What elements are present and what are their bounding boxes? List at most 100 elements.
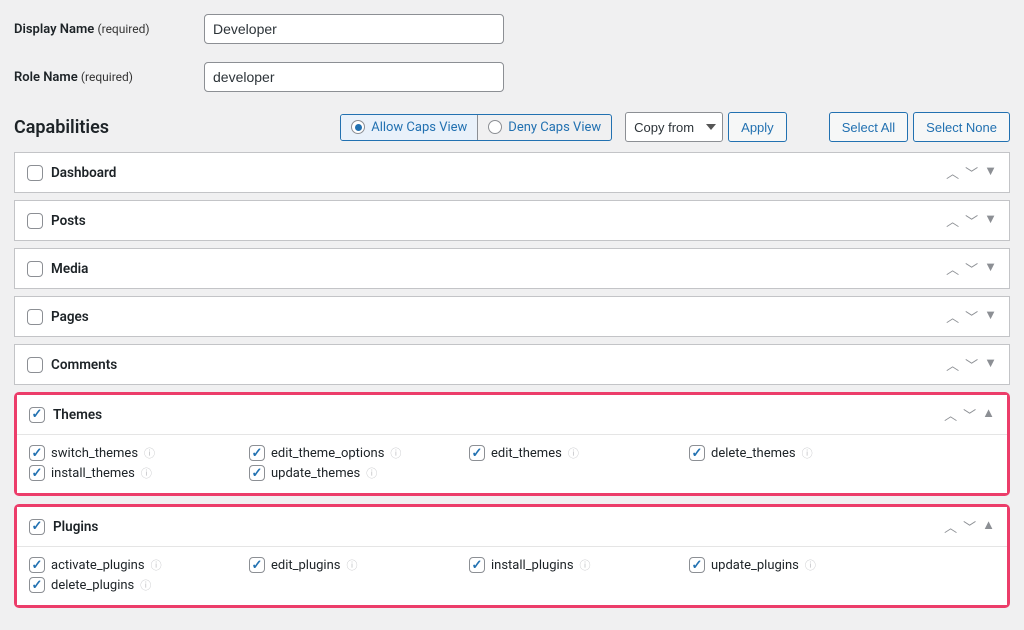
chevron-up-icon[interactable]: ︿	[946, 163, 959, 182]
collapse-icon[interactable]: ▼	[984, 163, 997, 182]
collapse-icon[interactable]: ▼	[984, 355, 997, 374]
cap-item: delete_pluginsⓘ	[29, 577, 249, 593]
help-icon[interactable]: ⓘ	[141, 465, 152, 481]
chevron-up-icon[interactable]: ︿	[946, 355, 959, 374]
section-controls: ︿ ﹀ ▼	[946, 211, 997, 230]
cap-checkbox[interactable]	[29, 557, 45, 573]
help-icon[interactable]: ⓘ	[346, 557, 357, 573]
section-header[interactable]: Pages ︿ ﹀ ▼	[15, 297, 1009, 336]
help-icon[interactable]: ⓘ	[568, 445, 579, 461]
cap-item: install_plugins ⓘ	[469, 557, 689, 573]
cap-item: delete_themes ⓘ	[689, 445, 909, 461]
section-header[interactable]: Comments ︿ ﹀ ▼	[15, 345, 1009, 384]
plugins-highlight: Plugins ︿ ﹀ ▲ activate_plugins ⓘ edit_plu…	[14, 504, 1010, 608]
chevron-down-icon[interactable]: ﹀	[965, 211, 978, 230]
cap-checkbox[interactable]	[689, 557, 705, 573]
collapse-icon[interactable]: ▼	[984, 259, 997, 278]
help-icon[interactable]: ⓘ	[390, 445, 401, 461]
cap-checkbox[interactable]	[689, 445, 705, 461]
radio-icon	[488, 120, 502, 134]
radio-label: Allow Caps View	[371, 120, 467, 135]
display-name-input[interactable]	[204, 14, 504, 44]
section-checkbox[interactable]	[27, 165, 43, 181]
section-checkbox[interactable]	[27, 213, 43, 229]
help-icon[interactable]: ⓘ	[366, 465, 377, 481]
cap-checkbox[interactable]	[29, 465, 45, 481]
help-icon[interactable]: ⓘ	[802, 445, 813, 461]
section-controls: ︿ ﹀ ▼	[946, 355, 997, 374]
section-header[interactable]: Plugins ︿ ﹀ ▲	[17, 507, 1007, 546]
collapse-icon[interactable]: ▼	[984, 307, 997, 326]
chevron-up-icon[interactable]: ︿	[944, 405, 957, 424]
chevron-down-icon[interactable]: ﹀	[965, 259, 978, 278]
section-controls: ︿ ﹀ ▼	[946, 259, 997, 278]
chevron-down-icon[interactable]: ﹀	[965, 163, 978, 182]
display-name-row: Display Name (required)	[14, 14, 1010, 44]
role-name-input[interactable]	[204, 62, 504, 92]
section-dashboard: Dashboard ︿ ﹀ ▼	[14, 152, 1010, 193]
section-checkbox[interactable]	[29, 407, 45, 423]
cap-checkbox[interactable]	[249, 557, 265, 573]
section-plugins: Plugins ︿ ﹀ ▲ activate_plugins ⓘ edit_plu…	[17, 507, 1007, 605]
help-icon[interactable]: ⓘ	[140, 577, 151, 593]
cap-label: install_plugins	[491, 558, 574, 573]
cap-label: edit_themes	[491, 446, 562, 461]
chevron-down-icon[interactable]: ﹀	[965, 355, 978, 374]
copy-from-select[interactable]: Copy from	[625, 112, 723, 142]
collapse-icon[interactable]: ▼	[984, 211, 997, 230]
section-header[interactable]: Themes ︿ ﹀ ▲	[17, 395, 1007, 434]
section-header[interactable]: Media ︿ ﹀ ▼	[15, 249, 1009, 288]
cap-checkbox[interactable]	[29, 445, 45, 461]
help-icon[interactable]: ⓘ	[805, 557, 816, 573]
chevron-down-icon[interactable]: ﹀	[963, 517, 976, 536]
cap-item: update_themes ⓘ	[249, 465, 469, 481]
radio-label: Deny Caps View	[508, 120, 601, 135]
select-all-button[interactable]: Select All	[829, 112, 908, 142]
cap-label: activate_plugins	[51, 558, 145, 573]
cap-label: install_themes	[51, 466, 135, 481]
cap-checkbox[interactable]	[249, 465, 265, 481]
section-checkbox[interactable]	[27, 261, 43, 277]
section-themes: Themes ︿ ﹀ ▲ switch_themesⓘ edit_theme_o…	[17, 395, 1007, 493]
chevron-down-icon[interactable]: ﹀	[965, 307, 978, 326]
allow-caps-radio[interactable]: Allow Caps View	[341, 115, 477, 140]
cap-label: delete_themes	[711, 446, 796, 461]
cap-checkbox[interactable]	[469, 557, 485, 573]
expand-icon[interactable]: ▲	[982, 517, 995, 536]
section-checkbox[interactable]	[29, 519, 45, 535]
cap-item: update_pluginsⓘ	[689, 557, 909, 573]
chevron-up-icon[interactable]: ︿	[946, 259, 959, 278]
cap-checkbox[interactable]	[29, 577, 45, 593]
capabilities-header: Capabilities Allow Caps View Deny Caps V…	[14, 112, 1010, 142]
chevron-up-icon[interactable]: ︿	[944, 517, 957, 536]
chevron-up-icon[interactable]: ︿	[946, 211, 959, 230]
apply-button[interactable]: Apply	[728, 112, 787, 142]
required-indicator: (required)	[98, 22, 150, 36]
section-controls: ︿ ﹀ ▼	[946, 307, 997, 326]
select-none-button[interactable]: Select None	[913, 112, 1010, 142]
help-icon[interactable]: ⓘ	[151, 557, 162, 573]
cap-item: switch_themes ⓘ	[29, 445, 249, 461]
capabilities-title: Capabilities	[14, 117, 109, 138]
chevron-down-icon[interactable]: ﹀	[963, 405, 976, 424]
cap-item: edit_plugins ⓘ	[249, 557, 469, 573]
section-media: Media ︿ ﹀ ▼	[14, 248, 1010, 289]
cap-label: update_themes	[271, 466, 360, 481]
cap-item: edit_themes ⓘ	[469, 445, 689, 461]
role-name-row: Role Name (required)	[14, 62, 1010, 92]
deny-caps-radio[interactable]: Deny Caps View	[477, 115, 611, 140]
section-header[interactable]: Dashboard ︿ ﹀ ▼	[15, 153, 1009, 192]
section-pages: Pages ︿ ﹀ ▼	[14, 296, 1010, 337]
cap-label: edit_plugins	[271, 558, 340, 573]
cap-checkbox[interactable]	[469, 445, 485, 461]
help-icon[interactable]: ⓘ	[144, 445, 155, 461]
help-icon[interactable]: ⓘ	[580, 557, 591, 573]
section-header[interactable]: Posts ︿ ﹀ ▼	[15, 201, 1009, 240]
section-checkbox[interactable]	[27, 357, 43, 373]
section-controls: ︿ ﹀ ▲	[944, 405, 995, 424]
cap-label: switch_themes	[51, 446, 138, 461]
section-checkbox[interactable]	[27, 309, 43, 325]
cap-checkbox[interactable]	[249, 445, 265, 461]
expand-icon[interactable]: ▲	[982, 405, 995, 424]
chevron-up-icon[interactable]: ︿	[946, 307, 959, 326]
